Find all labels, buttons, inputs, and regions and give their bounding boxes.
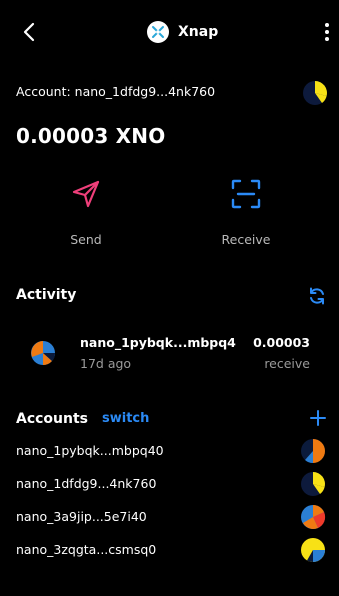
account-list-label: nano_3a9jip...5e7i40 xyxy=(16,509,147,524)
receive-label: Receive xyxy=(221,232,271,247)
account-list-item[interactable]: nano_1dfdg9...4nk760 xyxy=(16,471,328,497)
activity-title: Activity xyxy=(16,287,77,303)
transaction-amount: 0.00003 xyxy=(253,335,310,350)
balance-amount: 0.00003 XNO xyxy=(16,124,166,148)
send-icon xyxy=(72,180,100,208)
receive-button[interactable]: Receive xyxy=(201,174,291,254)
refresh-icon xyxy=(310,287,324,305)
chevron-left-icon xyxy=(23,22,35,42)
account-avatar xyxy=(301,504,326,529)
account-address: Account: nano_1dfdg9...4nk760 xyxy=(16,84,216,99)
send-button[interactable]: Send xyxy=(41,174,131,254)
account-list-label: nano_1dfdg9...4nk760 xyxy=(16,476,157,491)
transaction-type: receive xyxy=(264,356,310,371)
more-vertical-icon xyxy=(325,23,329,41)
top-bar: Xnap xyxy=(0,0,339,64)
accounts-title: Accounts xyxy=(16,411,89,427)
account-avatar xyxy=(301,439,325,464)
transaction-time: 17d ago xyxy=(80,356,132,371)
add-account-button[interactable] xyxy=(308,408,328,428)
activity-item[interactable]: nano_1pybqk...mbpq4 17d ago 0.00003 rece… xyxy=(30,332,312,374)
plus-icon xyxy=(310,410,326,426)
account-avatar xyxy=(301,538,325,563)
account-list-label: nano_3zqgta...csmsq0 xyxy=(16,542,157,557)
account-avatar xyxy=(301,472,325,496)
account-list-label: nano_1pybqk...mbpq40 xyxy=(16,443,164,458)
switch-link[interactable]: switch xyxy=(102,411,149,426)
refresh-button[interactable] xyxy=(307,286,327,306)
account-list-item[interactable]: nano_3a9jip...5e7i40 xyxy=(16,504,328,530)
scan-icon xyxy=(231,179,261,209)
app-logo-icon xyxy=(147,21,169,43)
app-name: Xnap xyxy=(178,24,219,40)
account-list-item[interactable]: nano_3zqgta...csmsq0 xyxy=(16,537,328,563)
account-list-item[interactable]: nano_1pybqk...mbpq40 xyxy=(16,438,328,464)
back-button[interactable] xyxy=(18,20,42,44)
menu-button[interactable] xyxy=(321,22,333,42)
send-label: Send xyxy=(70,232,102,247)
transaction-avatar xyxy=(31,341,56,366)
current-account[interactable]: Account: nano_1dfdg9...4nk760 xyxy=(16,81,328,105)
transaction-address: nano_1pybqk...mbpq4 xyxy=(80,335,236,350)
app-brand: Xnap xyxy=(147,20,218,44)
account-avatar xyxy=(303,81,327,105)
